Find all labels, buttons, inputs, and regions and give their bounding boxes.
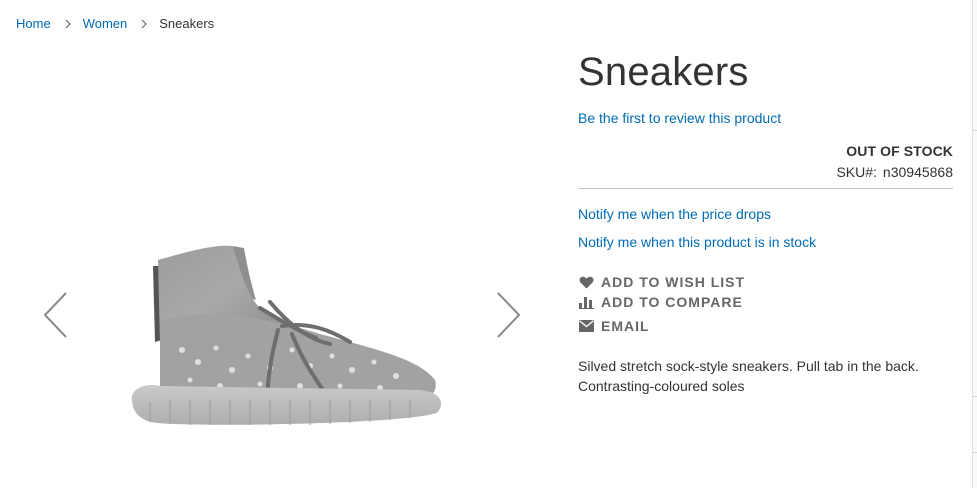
product-image xyxy=(131,245,442,425)
add-to-compare-button[interactable]: ADD TO COMPARE xyxy=(578,294,743,310)
product-gallery xyxy=(0,220,545,440)
breadcrumb-current: Sneakers xyxy=(159,16,215,31)
product-actions: ADD TO WISH LIST ADD TO COMPARE EMAIL xyxy=(578,274,953,334)
product-description: Silved stretch sock-style sneakers. Pull… xyxy=(578,358,919,394)
compare-label: ADD TO COMPARE xyxy=(601,294,743,310)
bar-chart-icon xyxy=(578,295,594,309)
scrollbar-mark xyxy=(973,396,977,397)
stock-status: OUT OF STOCK xyxy=(846,143,953,159)
gallery-prev-button[interactable] xyxy=(40,290,70,340)
gallery-next-button[interactable] xyxy=(494,290,524,340)
chevron-left-icon xyxy=(43,292,67,338)
product-info: Sneakers Be the first to review this pro… xyxy=(578,46,953,396)
scrollbar-mark xyxy=(973,130,977,131)
stock-block: OUT OF STOCK SKU#: n30945868 xyxy=(578,143,953,180)
wishlist-label: ADD TO WISH LIST xyxy=(601,274,746,290)
add-to-wishlist-button[interactable]: ADD TO WISH LIST xyxy=(578,274,745,290)
breadcrumb-home-link[interactable]: Home xyxy=(16,16,51,31)
divider xyxy=(578,188,953,189)
stock-alert-link[interactable]: Notify me when this product is in stock xyxy=(578,234,953,250)
breadcrumb-women-link[interactable]: Women xyxy=(83,16,128,31)
price-alert-link[interactable]: Notify me when the price drops xyxy=(578,206,953,222)
scrollbar-mark xyxy=(973,452,977,453)
sku-label: SKU#: xyxy=(836,164,877,180)
envelope-icon xyxy=(578,319,594,333)
breadcrumb: Home Women Sneakers xyxy=(16,16,214,31)
sku-value: n30945868 xyxy=(882,164,953,180)
email-button[interactable]: EMAIL xyxy=(578,318,650,334)
chevron-right-icon xyxy=(65,19,71,29)
email-label: EMAIL xyxy=(601,318,650,334)
chevron-right-icon xyxy=(497,292,521,338)
scrollbar[interactable] xyxy=(972,0,977,488)
heart-icon xyxy=(578,275,594,289)
sku: SKU#: n30945868 xyxy=(578,164,953,180)
review-link[interactable]: Be the first to review this product xyxy=(578,110,953,126)
page-title: Sneakers xyxy=(578,50,749,94)
chevron-right-icon xyxy=(141,19,148,29)
